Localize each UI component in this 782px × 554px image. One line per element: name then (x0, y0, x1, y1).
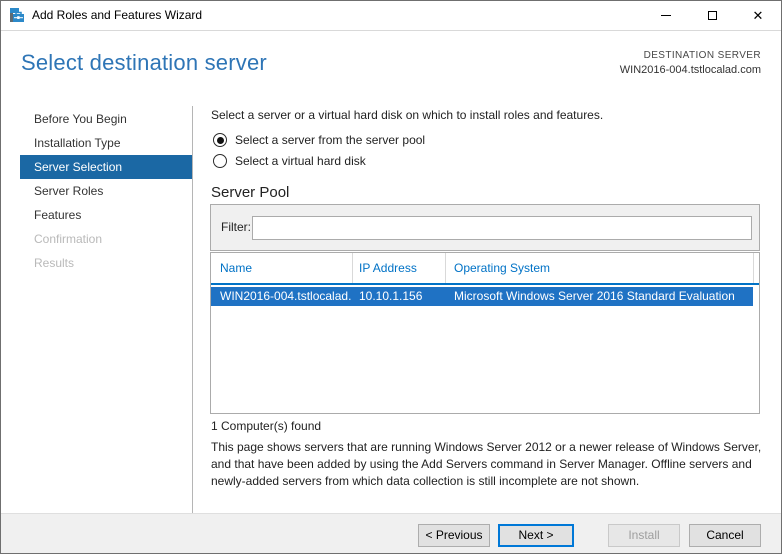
minimize-icon (661, 15, 671, 16)
intro-text: Select a server or a virtual hard disk o… (211, 108, 604, 122)
radio-virtual-hard-disk-label: Select a virtual hard disk (235, 154, 366, 168)
server-pool-table: Name IP Address Operating System WIN2016… (210, 252, 760, 414)
wizard-steps-nav: Before You Begin Installation Type Serve… (20, 107, 192, 275)
column-header-operating-system[interactable]: Operating System (454, 253, 550, 283)
table-header-row: Name IP Address Operating System (211, 253, 759, 285)
nav-item-server-roles[interactable]: Server Roles (20, 179, 192, 203)
filter-panel: Filter: (210, 204, 760, 251)
cell-operating-system: Microsoft Windows Server 2016 Standard E… (454, 289, 735, 303)
maximize-button[interactable] (689, 1, 735, 30)
radio-server-pool-label: Select a server from the server pool (235, 133, 426, 147)
cell-ip-address: 10.10.1.156 (359, 289, 423, 303)
radio-dot (216, 136, 224, 144)
column-divider (753, 253, 754, 283)
title-bar: Add Roles and Features Wizard ✕ (1, 1, 781, 31)
install-button: Install (608, 524, 680, 547)
computers-found-text: 1 Computer(s) found (211, 419, 322, 433)
table-row-server[interactable]: WIN2016-004.tstlocalad.... 10.10.1.156 M… (211, 287, 753, 306)
table-header-underline (211, 283, 759, 285)
nav-item-confirmation: Confirmation (34, 232, 103, 246)
window-title: Add Roles and Features Wizard (32, 8, 203, 22)
close-button[interactable]: ✕ (735, 1, 781, 30)
wizard-window: Add Roles and Features Wizard ✕ Select d… (0, 0, 782, 554)
radio-virtual-hard-disk[interactable] (213, 154, 227, 168)
column-divider (352, 253, 353, 283)
column-header-ip-address[interactable]: IP Address (359, 253, 417, 283)
radio-server-pool[interactable] (213, 133, 227, 147)
radio-row-virtual-hard-disk[interactable]: Select a virtual hard disk (213, 154, 366, 168)
nav-content-divider (192, 106, 193, 514)
column-header-name[interactable]: Name (220, 253, 252, 283)
page-description: This page shows servers that are running… (211, 440, 762, 488)
page-header: Select destination server DESTINATION SE… (1, 32, 781, 106)
nav-item-before-you-begin[interactable]: Before You Begin (20, 107, 192, 131)
previous-button[interactable]: < Previous (418, 524, 490, 547)
nav-item-server-selection[interactable]: Server Selection (20, 155, 192, 179)
filter-label: Filter: (221, 220, 251, 234)
next-button[interactable]: Next > (498, 524, 574, 547)
cancel-button[interactable]: Cancel (689, 524, 761, 547)
radio-row-server-pool[interactable]: Select a server from the server pool (213, 133, 425, 147)
cell-server-name: WIN2016-004.tstlocalad.... (220, 289, 352, 303)
nav-item-installation-type[interactable]: Installation Type (20, 131, 192, 155)
nav-item-results: Results (34, 256, 75, 270)
wizard-footer: < Previous Next > Install Cancel (1, 513, 781, 553)
destination-server-name: WIN2016-004.tstlocalad.com (619, 64, 761, 76)
destination-server-block: DESTINATION SERVER WIN2016-004.tstlocala… (620, 50, 761, 76)
destination-server-label: DESTINATION SERVER (643, 50, 761, 61)
page-title: Select destination server (21, 50, 267, 75)
server-pool-heading: Server Pool (211, 184, 290, 201)
minimize-button[interactable] (643, 1, 689, 30)
maximize-icon (707, 11, 717, 20)
wizard-toolbox-icon (9, 8, 25, 24)
filter-input[interactable] (252, 216, 752, 240)
column-divider (445, 253, 446, 283)
nav-item-features[interactable]: Features (20, 203, 192, 227)
